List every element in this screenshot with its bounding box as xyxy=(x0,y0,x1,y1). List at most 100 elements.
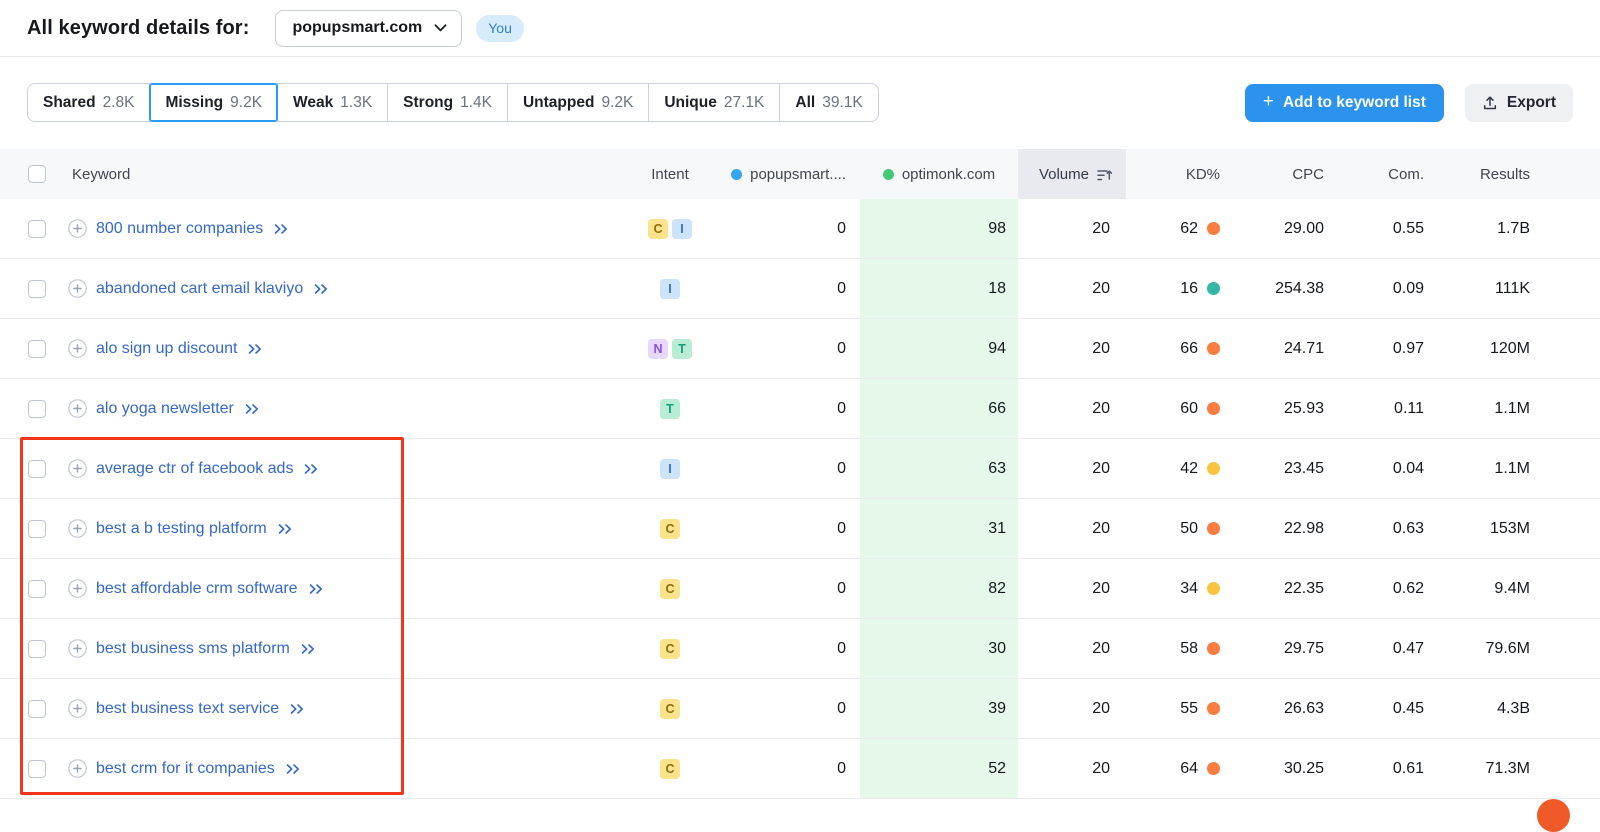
keyword-link[interactable]: best a b testing platform xyxy=(96,520,267,538)
cpc-value: 254.38 xyxy=(1222,259,1326,318)
expand-keyword-icon[interactable] xyxy=(68,639,87,658)
column-header-kd[interactable]: KD% xyxy=(1126,149,1222,199)
kd-cell: 50 xyxy=(1126,499,1222,558)
filter-tab-weak[interactable]: Weak 1.3K xyxy=(277,83,388,122)
open-keyword-icon[interactable] xyxy=(303,463,319,475)
column-header-optimonk[interactable]: optimonk.com xyxy=(860,149,1018,199)
plus-icon: + xyxy=(1263,92,1274,111)
cpc-value: 24.71 xyxy=(1222,319,1326,378)
filter-tab-missing[interactable]: Missing 9.2K xyxy=(149,83,278,122)
popupsmart-value: 0 xyxy=(700,259,860,318)
results-value: 71.3M xyxy=(1426,739,1532,798)
keyword-cell: alo sign up discount xyxy=(68,319,640,378)
kd-level-icon xyxy=(1207,702,1220,715)
filter-tab-untapped[interactable]: Untapped 9.2K xyxy=(507,83,649,122)
expand-keyword-icon[interactable] xyxy=(68,399,87,418)
column-header-com[interactable]: Com. xyxy=(1326,149,1426,199)
row-checkbox[interactable] xyxy=(28,220,46,238)
intent-badge-c: C xyxy=(660,639,680,659)
cpc-value: 22.35 xyxy=(1222,559,1326,618)
filter-tab-shared[interactable]: Shared 2.8K xyxy=(27,83,150,122)
row-checkbox[interactable] xyxy=(28,640,46,658)
expand-keyword-icon[interactable] xyxy=(68,519,87,538)
row-checkbox[interactable] xyxy=(28,580,46,598)
keyword-link[interactable]: alo yoga newsletter xyxy=(96,400,234,418)
column-header-volume[interactable]: Volume xyxy=(1018,149,1126,199)
com-value: 0.47 xyxy=(1326,619,1426,678)
intent-badge-n: N xyxy=(648,339,668,359)
open-keyword-icon[interactable] xyxy=(273,223,289,235)
kd-value: 64 xyxy=(1180,760,1198,778)
expand-keyword-icon[interactable] xyxy=(68,579,87,598)
open-keyword-icon[interactable] xyxy=(247,343,263,355)
column-header-popupsmart[interactable]: popupsmart.... xyxy=(700,149,860,199)
export-button[interactable]: Export xyxy=(1465,84,1573,122)
volume-value: 20 xyxy=(1018,619,1126,678)
volume-value: 20 xyxy=(1018,319,1126,378)
row-checkbox[interactable] xyxy=(28,400,46,418)
expand-keyword-icon[interactable] xyxy=(68,279,87,298)
keyword-link[interactable]: abandoned cart email klaviyo xyxy=(96,280,303,298)
intent-badge-c: C xyxy=(660,579,680,599)
filter-tab-strong[interactable]: Strong 1.4K xyxy=(387,83,508,122)
filter-tab-label: Unique xyxy=(664,94,717,112)
column-header-results[interactable]: Results xyxy=(1426,149,1532,199)
intent-badges: I xyxy=(640,439,700,498)
row-checkbox[interactable] xyxy=(28,280,46,298)
keyword-link[interactable]: best affordable crm software xyxy=(96,580,298,598)
keyword-link[interactable]: best crm for it companies xyxy=(96,760,275,778)
filter-tab-count: 39.1K xyxy=(822,94,863,112)
intent-badge-c: C xyxy=(660,519,680,539)
keyword-link[interactable]: average ctr of facebook ads xyxy=(96,460,293,478)
filter-tab-label: Missing xyxy=(165,94,223,112)
row-checkbox[interactable] xyxy=(28,460,46,478)
table-row: alo sign up discount NT 0 94 20 66 24.71… xyxy=(0,319,1600,379)
keyword-link[interactable]: alo sign up discount xyxy=(96,340,237,358)
select-all-cell xyxy=(28,149,68,199)
row-checkbox[interactable] xyxy=(28,520,46,538)
row-checkbox[interactable] xyxy=(28,760,46,778)
kd-cell: 42 xyxy=(1126,439,1222,498)
select-all-checkbox[interactable] xyxy=(28,165,46,183)
open-keyword-icon[interactable] xyxy=(285,763,301,775)
expand-keyword-icon[interactable] xyxy=(68,219,87,238)
open-keyword-icon[interactable] xyxy=(244,403,260,415)
keyword-cell: alo yoga newsletter xyxy=(68,379,640,438)
open-keyword-icon[interactable] xyxy=(289,703,305,715)
filter-tab-count: 27.1K xyxy=(724,94,765,112)
open-keyword-icon[interactable] xyxy=(300,643,316,655)
table-row: abandoned cart email klaviyo I 0 18 20 1… xyxy=(0,259,1600,319)
kd-cell: 16 xyxy=(1126,259,1222,318)
com-value: 0.62 xyxy=(1326,559,1426,618)
cpc-value: 25.93 xyxy=(1222,379,1326,438)
export-label: Export xyxy=(1507,94,1556,112)
keyword-link[interactable]: 800 number companies xyxy=(96,220,263,238)
results-value: 9.4M xyxy=(1426,559,1532,618)
expand-keyword-icon[interactable] xyxy=(68,339,87,358)
kd-value: 16 xyxy=(1180,280,1198,298)
filter-tab-unique[interactable]: Unique 27.1K xyxy=(648,83,780,122)
add-to-keyword-list-button[interactable]: + Add to keyword list xyxy=(1245,84,1444,122)
kd-value: 42 xyxy=(1180,460,1198,478)
com-value: 0.55 xyxy=(1326,199,1426,258)
filter-tab-all[interactable]: All 39.1K xyxy=(779,83,878,122)
optimonk-value: 18 xyxy=(860,259,1018,318)
row-checkbox[interactable] xyxy=(28,340,46,358)
expand-keyword-icon[interactable] xyxy=(68,699,87,718)
column-header-keyword[interactable]: Keyword xyxy=(68,149,640,199)
cpc-value: 22.98 xyxy=(1222,499,1326,558)
open-keyword-icon[interactable] xyxy=(313,283,329,295)
results-value: 1.1M xyxy=(1426,379,1532,438)
table-row: best business text service C 0 39 20 55 … xyxy=(0,679,1600,739)
row-checkbox[interactable] xyxy=(28,700,46,718)
expand-keyword-icon[interactable] xyxy=(68,459,87,478)
column-header-cpc[interactable]: CPC xyxy=(1222,149,1326,199)
expand-keyword-icon[interactable] xyxy=(68,759,87,778)
domain-selector[interactable]: popupsmart.com xyxy=(275,10,462,47)
open-keyword-icon[interactable] xyxy=(277,523,293,535)
open-keyword-icon[interactable] xyxy=(308,583,324,595)
column-header-intent[interactable]: Intent xyxy=(640,149,700,199)
keyword-link[interactable]: best business sms platform xyxy=(96,640,290,658)
volume-value: 20 xyxy=(1018,379,1126,438)
keyword-link[interactable]: best business text service xyxy=(96,700,279,718)
